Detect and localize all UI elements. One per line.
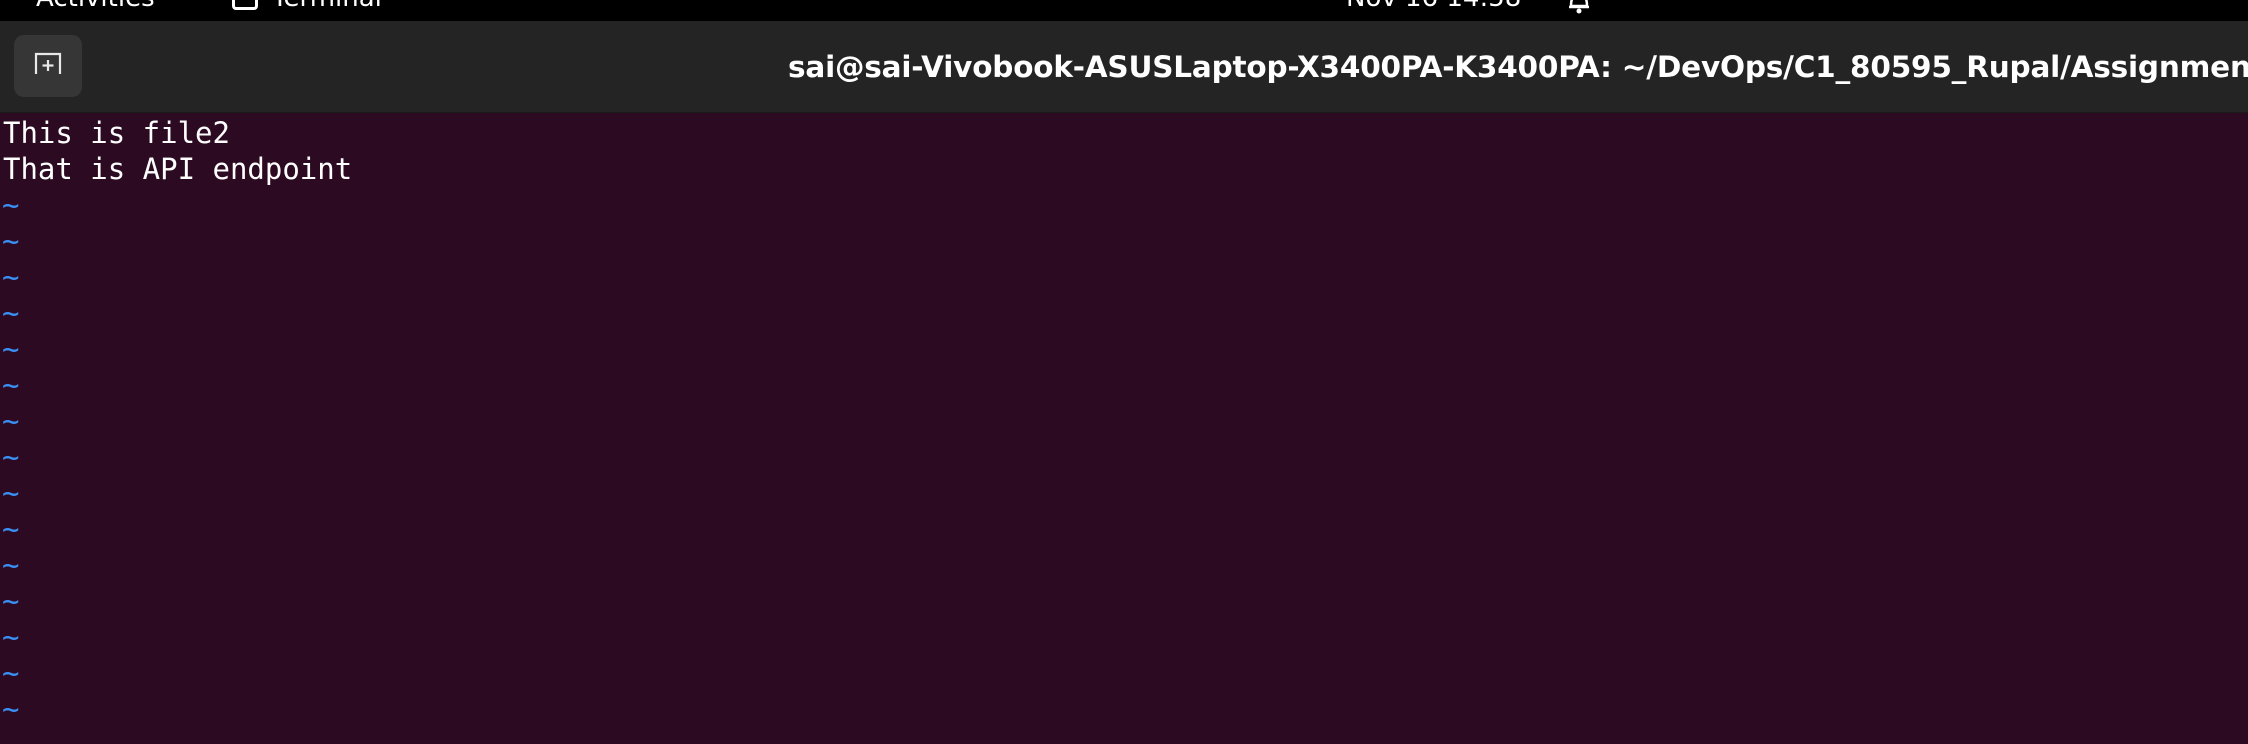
empty-line-marker: ~ [2, 692, 20, 726]
empty-line-marker: ~ [2, 548, 20, 582]
terminal-app-icon [232, 0, 258, 10]
empty-line-marker: ~ [2, 368, 20, 402]
empty-line-marker: ~ [2, 188, 20, 222]
window-title: sai@sai-Vivobook-ASUSLaptop-X3400PA-K340… [788, 50, 2248, 84]
activities-button[interactable]: Activities [36, 0, 155, 13]
empty-line-marker: ~ [2, 476, 20, 510]
editor-line-2: That is API endpoint [3, 152, 353, 186]
new-tab-button[interactable] [14, 35, 82, 97]
editor-line-1: This is file2 [3, 116, 230, 150]
clock[interactable]: Nov 16 14:58 [1346, 0, 1521, 13]
empty-line-marker: ~ [2, 260, 20, 294]
bell-icon [1568, 0, 1590, 21]
app-menu-label: Terminal [272, 0, 382, 13]
empty-line-marker: ~ [2, 512, 20, 546]
empty-line-marker: ~ [2, 440, 20, 474]
new-tab-icon [33, 51, 63, 82]
empty-line-marker: ~ [2, 620, 20, 654]
gnome-top-bar: Activities Terminal Nov 16 14:58 [0, 0, 2248, 21]
terminal-header-bar: sai@sai-Vivobook-ASUSLaptop-X3400PA-K340… [0, 21, 2248, 113]
empty-line-marker: ~ [2, 296, 20, 330]
app-menu[interactable]: Terminal [232, 0, 382, 13]
empty-line-marker: ~ [2, 332, 20, 366]
empty-line-marker: ~ [2, 584, 20, 618]
empty-line-marker: ~ [2, 224, 20, 258]
empty-line-marker: ~ [2, 404, 20, 438]
terminal-body[interactable]: This is file2 That is API endpoint ~ ~ ~… [0, 113, 2248, 744]
empty-line-marker: ~ [2, 656, 20, 690]
